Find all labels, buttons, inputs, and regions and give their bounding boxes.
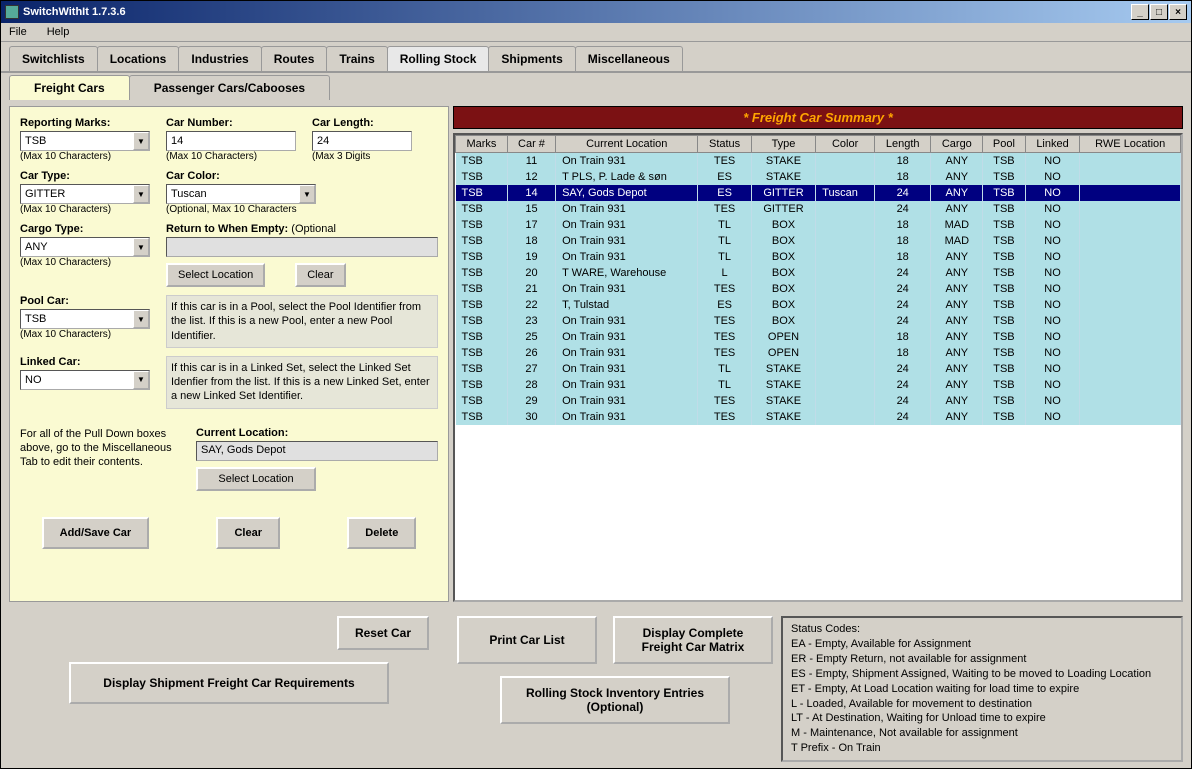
label-pool-car: Pool Car: bbox=[20, 295, 150, 307]
menubar: File Help bbox=[1, 23, 1191, 42]
chevron-down-icon: ▼ bbox=[133, 185, 149, 203]
display-matrix-button[interactable]: Display Complete Freight Car Matrix bbox=[613, 616, 773, 664]
col-cargo[interactable]: Cargo bbox=[931, 136, 983, 153]
reset-car-button[interactable]: Reset Car bbox=[337, 616, 429, 650]
table-row[interactable]: TSB28On Train 931TLSTAKE24ANYTSBNO bbox=[456, 377, 1181, 393]
select-location-button-2[interactable]: Select Location bbox=[196, 467, 316, 491]
table-row[interactable]: TSB17On Train 931TLBOX18MADTSBNO bbox=[456, 217, 1181, 233]
chevron-down-icon: ▼ bbox=[133, 132, 149, 150]
table-row[interactable]: TSB23On Train 931TESBOX24ANYTSBNO bbox=[456, 313, 1181, 329]
col-length[interactable]: Length bbox=[875, 136, 931, 153]
window-title: SwitchWithIt 1.7.3.6 bbox=[23, 6, 126, 18]
tab-locations[interactable]: Locations bbox=[97, 46, 180, 71]
input-car-length[interactable] bbox=[312, 131, 412, 151]
table-row[interactable]: TSB15On Train 931TESGITTER24ANYTSBNO bbox=[456, 201, 1181, 217]
inventory-entries-button[interactable]: Rolling Stock Inventory Entries (Optiona… bbox=[500, 676, 730, 724]
col-current-location[interactable]: Current Location bbox=[556, 136, 698, 153]
sub-tabs: Freight CarsPassenger Cars/Cabooses bbox=[1, 73, 1191, 100]
field-return-empty bbox=[166, 237, 438, 257]
titlebar: SwitchWithIt 1.7.3.6 _ □ × bbox=[1, 1, 1191, 23]
table-row[interactable]: TSB30On Train 931TESSTAKE24ANYTSBNO bbox=[456, 409, 1181, 425]
label-return-empty: Return to When Empty: (Optional bbox=[166, 223, 438, 235]
display-requirements-button[interactable]: Display Shipment Freight Car Requirement… bbox=[69, 662, 389, 704]
label-car-length: Car Length: bbox=[312, 117, 412, 129]
tab-miscellaneous[interactable]: Miscellaneous bbox=[575, 46, 683, 71]
status-codes-box: Status Codes:EA - Empty, Available for A… bbox=[781, 616, 1183, 762]
table-row[interactable]: TSB27On Train 931TLSTAKE24ANYTSBNO bbox=[456, 361, 1181, 377]
summary-table-wrap[interactable]: MarksCar #Current LocationStatusTypeColo… bbox=[453, 133, 1183, 602]
label-car-number: Car Number: bbox=[166, 117, 296, 129]
select-location-button-1[interactable]: Select Location bbox=[166, 263, 265, 287]
subtab-freight-cars[interactable]: Freight Cars bbox=[9, 75, 130, 100]
chevron-down-icon: ▼ bbox=[133, 310, 149, 328]
app-icon bbox=[5, 5, 19, 19]
label-car-color: Car Color: bbox=[166, 170, 316, 182]
col-car-[interactable]: Car # bbox=[507, 136, 555, 153]
table-row[interactable]: TSB29On Train 931TESSTAKE24ANYTSBNO bbox=[456, 393, 1181, 409]
pulldown-note: For all of the Pull Down boxes above, go… bbox=[20, 427, 180, 470]
col-status[interactable]: Status bbox=[698, 136, 751, 153]
table-row[interactable]: TSB19On Train 931TLBOX18ANYTSBNO bbox=[456, 249, 1181, 265]
help-linked-car: If this car is in a Linked Set, select t… bbox=[166, 356, 438, 409]
select-pool-car[interactable]: TSB▼ bbox=[20, 309, 150, 329]
select-linked-car[interactable]: NO▼ bbox=[20, 370, 150, 390]
print-car-list-button[interactable]: Print Car List bbox=[457, 616, 597, 664]
form-panel: Reporting Marks: TSB▼ (Max 10 Characters… bbox=[9, 106, 449, 602]
select-car-type[interactable]: GITTER▼ bbox=[20, 184, 150, 204]
col-type[interactable]: Type bbox=[751, 136, 815, 153]
table-row[interactable]: TSB25On Train 931TESOPEN18ANYTSBNO bbox=[456, 329, 1181, 345]
table-row[interactable]: TSB12T PLS, P. Lade & sønESSTAKE18ANYTSB… bbox=[456, 169, 1181, 185]
table-row[interactable]: TSB22T, TulstadESBOX24ANYTSBNO bbox=[456, 297, 1181, 313]
tab-switchlists[interactable]: Switchlists bbox=[9, 46, 98, 71]
tab-rolling-stock[interactable]: Rolling Stock bbox=[387, 46, 490, 71]
app-window: SwitchWithIt 1.7.3.6 _ □ × File Help Swi… bbox=[0, 0, 1192, 769]
label-cargo-type: Cargo Type: bbox=[20, 223, 150, 235]
table-row[interactable]: TSB18On Train 931TLBOX18MADTSBNO bbox=[456, 233, 1181, 249]
label-current-location: Current Location: bbox=[196, 427, 438, 439]
select-reporting-marks[interactable]: TSB▼ bbox=[20, 131, 150, 151]
col-color[interactable]: Color bbox=[816, 136, 875, 153]
table-row[interactable]: TSB14SAY, Gods DepotESGITTERTuscan24ANYT… bbox=[456, 185, 1181, 201]
tab-industries[interactable]: Industries bbox=[178, 46, 261, 71]
menu-file[interactable]: File bbox=[5, 25, 31, 39]
label-car-type: Car Type: bbox=[20, 170, 150, 182]
chevron-down-icon: ▼ bbox=[299, 185, 315, 203]
label-reporting-marks: Reporting Marks: bbox=[20, 117, 150, 129]
chevron-down-icon: ▼ bbox=[133, 238, 149, 256]
select-cargo-type[interactable]: ANY▼ bbox=[20, 237, 150, 257]
subtab-passenger-cars-cabooses[interactable]: Passenger Cars/Cabooses bbox=[129, 75, 330, 100]
tab-trains[interactable]: Trains bbox=[326, 46, 387, 71]
minimize-button[interactable]: _ bbox=[1131, 4, 1149, 20]
col-linked[interactable]: Linked bbox=[1025, 136, 1080, 153]
clear-button-2[interactable]: Clear bbox=[216, 517, 280, 549]
tab-routes[interactable]: Routes bbox=[261, 46, 328, 71]
maximize-button[interactable]: □ bbox=[1150, 4, 1168, 20]
tab-shipments[interactable]: Shipments bbox=[488, 46, 575, 71]
label-linked-car: Linked Car: bbox=[20, 356, 150, 368]
summary-table: MarksCar #Current LocationStatusTypeColo… bbox=[455, 135, 1181, 425]
help-pool-car: If this car is in a Pool, select the Poo… bbox=[166, 295, 438, 348]
table-row[interactable]: TSB11On Train 931TESSTAKE18ANYTSBNO bbox=[456, 153, 1181, 170]
col-pool[interactable]: Pool bbox=[983, 136, 1025, 153]
menu-help[interactable]: Help bbox=[43, 25, 74, 39]
delete-button[interactable]: Delete bbox=[347, 517, 416, 549]
table-row[interactable]: TSB26On Train 931TESOPEN18ANYTSBNO bbox=[456, 345, 1181, 361]
field-current-location: SAY, Gods Depot bbox=[196, 441, 438, 461]
input-car-number[interactable] bbox=[166, 131, 296, 151]
chevron-down-icon: ▼ bbox=[133, 371, 149, 389]
close-button[interactable]: × bbox=[1169, 4, 1187, 20]
col-marks[interactable]: Marks bbox=[456, 136, 508, 153]
table-row[interactable]: TSB20T WARE, WarehouseLBOX24ANYTSBNO bbox=[456, 265, 1181, 281]
add-save-car-button[interactable]: Add/Save Car bbox=[42, 517, 150, 549]
summary-title: * Freight Car Summary * bbox=[453, 106, 1183, 129]
table-row[interactable]: TSB21On Train 931TESBOX24ANYTSBNO bbox=[456, 281, 1181, 297]
select-car-color[interactable]: Tuscan▼ bbox=[166, 184, 316, 204]
main-tabs: SwitchlistsLocationsIndustriesRoutesTrai… bbox=[1, 42, 1191, 73]
col-rwe-location[interactable]: RWE Location bbox=[1080, 136, 1181, 153]
clear-button-1[interactable]: Clear bbox=[295, 263, 345, 287]
